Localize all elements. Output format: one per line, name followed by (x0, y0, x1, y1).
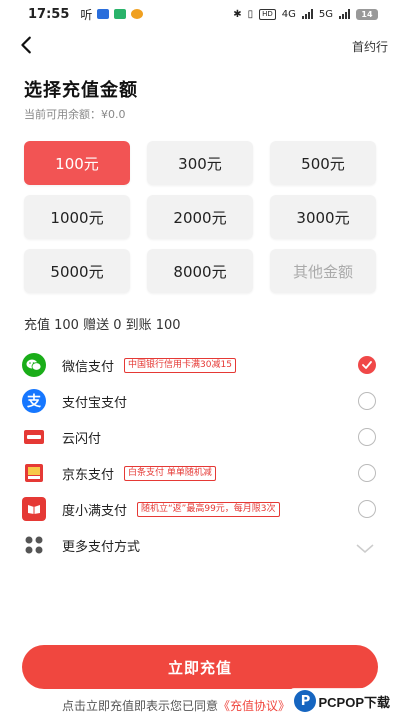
more-payment-methods[interactable]: 更多支付方式 (22, 527, 382, 563)
radio-checked[interactable] (358, 356, 376, 374)
payment-row-jd[interactable]: 京东支付 白条支付 单单随机减 (22, 455, 382, 491)
listen-label: 听 (80, 7, 93, 22)
amount-grid: 100元 300元 500元 1000元 2000元 3000元 5000元 8… (24, 141, 376, 293)
payment-name: 度小满支付 (62, 503, 128, 519)
page-title: 选择充值金额 (24, 80, 138, 101)
unionpay-icon (22, 425, 46, 449)
watermark: P PCPOP下载 (290, 688, 394, 714)
payment-name: 支付宝支付 (62, 395, 128, 411)
jd-pay-icon (22, 461, 46, 485)
hd-badge: HD (259, 8, 276, 20)
payment-row-unionpay[interactable]: 云闪付 (22, 419, 382, 455)
wechat-pay-icon (22, 353, 46, 377)
back-arrow-icon (21, 36, 31, 54)
amount-option-other[interactable]: 其他金额 (270, 249, 376, 293)
more-methods-label: 更多支付方式 (62, 539, 141, 555)
bonus-summary: 充值 100 赠送 0 到账 100 (24, 318, 181, 333)
amount-option-100[interactable]: 100元 (24, 141, 130, 185)
agreement-link[interactable]: 《充值协议》 (218, 699, 290, 713)
agreement-prefix: 点击立即充值即表示您已同意 (62, 699, 219, 713)
payment-row-alipay[interactable]: 支 支付宝支付 (22, 383, 382, 419)
back-button[interactable] (16, 34, 38, 56)
alipay-icon: 支 (22, 389, 46, 413)
recharge-button[interactable]: 立即充值 (22, 645, 378, 689)
promo-tag: 白条支付 单单随机减 (124, 465, 216, 481)
payment-row-duxiaoman[interactable]: 度小满支付 随机立“返”最高99元，每月限3次 (22, 491, 382, 527)
signal-5g-label: 5G (318, 8, 333, 20)
signal-4g-label: 4G (281, 8, 296, 20)
watermark-text: PCPOP下载 (318, 694, 390, 710)
status-bar: 17:55 听 ✱ ▯ HD 4G 5G 14 (0, 0, 400, 28)
radio-unchecked[interactable] (358, 392, 376, 410)
amount-option-3000[interactable]: 3000元 (270, 195, 376, 239)
chevron-down-icon (356, 539, 374, 558)
signal-bars-icon (301, 9, 313, 19)
balance-text: 当前可用余额：¥0.0 (24, 108, 126, 121)
payment-method-list: 微信支付 中国银行信用卡满30减15 支 支付宝支付 云闪付 京东支付 白条支付… (22, 347, 382, 563)
payment-row-wechat[interactable]: 微信支付 中国银行信用卡满30减15 (22, 347, 382, 383)
top-bar: 首约行 (0, 28, 400, 64)
amount-option-1000[interactable]: 1000元 (24, 195, 130, 239)
duxiaoman-pay-icon (22, 497, 46, 521)
brand-name: 首约行 (351, 40, 388, 54)
radio-unchecked[interactable] (358, 464, 376, 482)
payment-name: 京东支付 (62, 467, 115, 483)
amount-option-300[interactable]: 300元 (147, 141, 253, 185)
amount-option-500[interactable]: 500元 (270, 141, 376, 185)
grid-dots-icon (22, 533, 46, 557)
amount-option-2000[interactable]: 2000元 (147, 195, 253, 239)
weibo-icon (131, 9, 144, 19)
radio-unchecked[interactable] (358, 500, 376, 518)
signal-bars-icon (339, 9, 350, 19)
status-time: 17:55 (28, 6, 70, 22)
promo-tag: 中国银行信用卡满30减15 (124, 357, 236, 373)
promo-tag: 随机立“返”最高99元，每月限3次 (137, 501, 280, 517)
vibrate-icon: ▯ (247, 8, 254, 20)
payment-name: 微信支付 (62, 359, 115, 375)
battery-icon: 14 (356, 8, 378, 20)
amount-option-8000[interactable]: 8000元 (147, 249, 253, 293)
watermark-logo-icon: P (294, 690, 317, 712)
payment-name: 云闪付 (62, 431, 102, 447)
amount-option-5000[interactable]: 5000元 (24, 249, 130, 293)
radio-unchecked[interactable] (358, 428, 376, 446)
agreement-notice: 点击立即充值即表示您已同意《充值协议》 (62, 697, 290, 714)
bluetooth-icon: ✱ (233, 8, 242, 20)
app-notification-icon (114, 9, 127, 19)
app-notification-icon (97, 9, 110, 19)
checkmark-icon (362, 361, 372, 369)
